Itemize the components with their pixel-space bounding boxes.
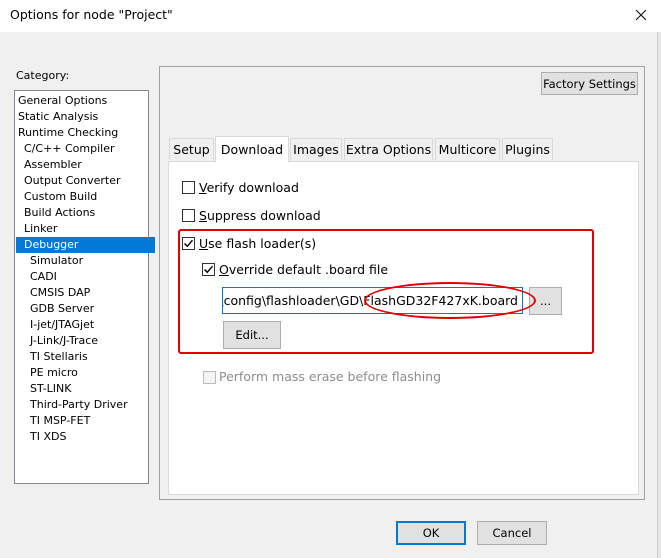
category-label: Category: [16,69,70,82]
category-item-output-converter[interactable]: Output Converter [16,173,155,189]
category-item-static-analysis[interactable]: Static Analysis [16,109,149,125]
close-icon [635,9,647,21]
category-item-i-jet-jtagjet[interactable]: I-jet/JTAGjet [16,317,161,333]
window-title: Options for node "Project" [10,7,173,22]
suppress-download-label[interactable]: Suppress download [199,208,321,223]
verify-download-label[interactable]: Verify download [199,180,299,195]
tab-extra-options[interactable]: Extra Options [344,138,433,160]
category-item-simulator[interactable]: Simulator [16,253,161,269]
category-item-cmsis-dap[interactable]: CMSIS DAP [16,285,161,301]
close-button[interactable] [626,2,656,28]
tab-images[interactable]: Images [290,138,342,160]
category-item-ti-xds[interactable]: TI XDS [16,429,161,445]
cancel-button[interactable]: Cancel [477,521,547,545]
suppress-download-checkbox[interactable] [182,209,195,222]
ok-button[interactable]: OK [396,521,466,545]
category-item-cadi[interactable]: CADI [16,269,161,285]
category-list[interactable]: General Options Static Analysis Runtime Ch… [14,90,155,484]
category-item-ti-msp-fet[interactable]: TI MSP-FET [16,413,161,429]
category-item-ti-stellaris[interactable]: TI Stellaris [16,349,161,365]
tab-setup[interactable]: Setup [169,138,214,160]
category-item-c-c-compiler[interactable]: C/C++ Compiler [16,141,155,157]
category-item-pe-micro[interactable]: PE micro [16,365,161,381]
verify-label-text: erify download [206,180,299,195]
category-item-build-actions[interactable]: Build Actions [16,205,155,221]
category-item-debugger[interactable]: Debugger [16,237,155,253]
mass-erase-label: Perform mass erase before flashing [219,369,442,384]
category-item-runtime-checking[interactable]: Runtime Checking [16,125,149,141]
suppress-label-text: uppress download [206,208,321,223]
category-item-st-link[interactable]: ST-LINK [16,381,161,397]
tab-plugins[interactable]: Plugins [502,138,553,160]
factory-settings-button[interactable]: Factory Settings [541,72,638,95]
annotation-ellipse [364,282,536,319]
category-item-custom-build[interactable]: Custom Build [16,189,155,205]
verify-mnemonic: V [199,180,207,195]
category-item-gdb-server[interactable]: GDB Server [16,301,161,317]
category-item-j-link-j-trace[interactable]: J-Link/J-Trace [16,333,161,349]
tab-multicore[interactable]: Multicore [435,138,500,160]
category-item-third-party-driver[interactable]: Third-Party Driver [16,397,161,413]
mass-erase-checkbox [203,371,216,384]
category-item-general-options[interactable]: General Options [16,93,149,109]
window-edge [657,32,661,558]
category-item-assembler[interactable]: Assembler [16,157,155,173]
tab-download[interactable]: Download [215,136,289,162]
verify-download-checkbox[interactable] [182,181,195,194]
suppress-mnemonic: S [199,208,207,223]
category-item-linker[interactable]: Linker [16,221,155,237]
